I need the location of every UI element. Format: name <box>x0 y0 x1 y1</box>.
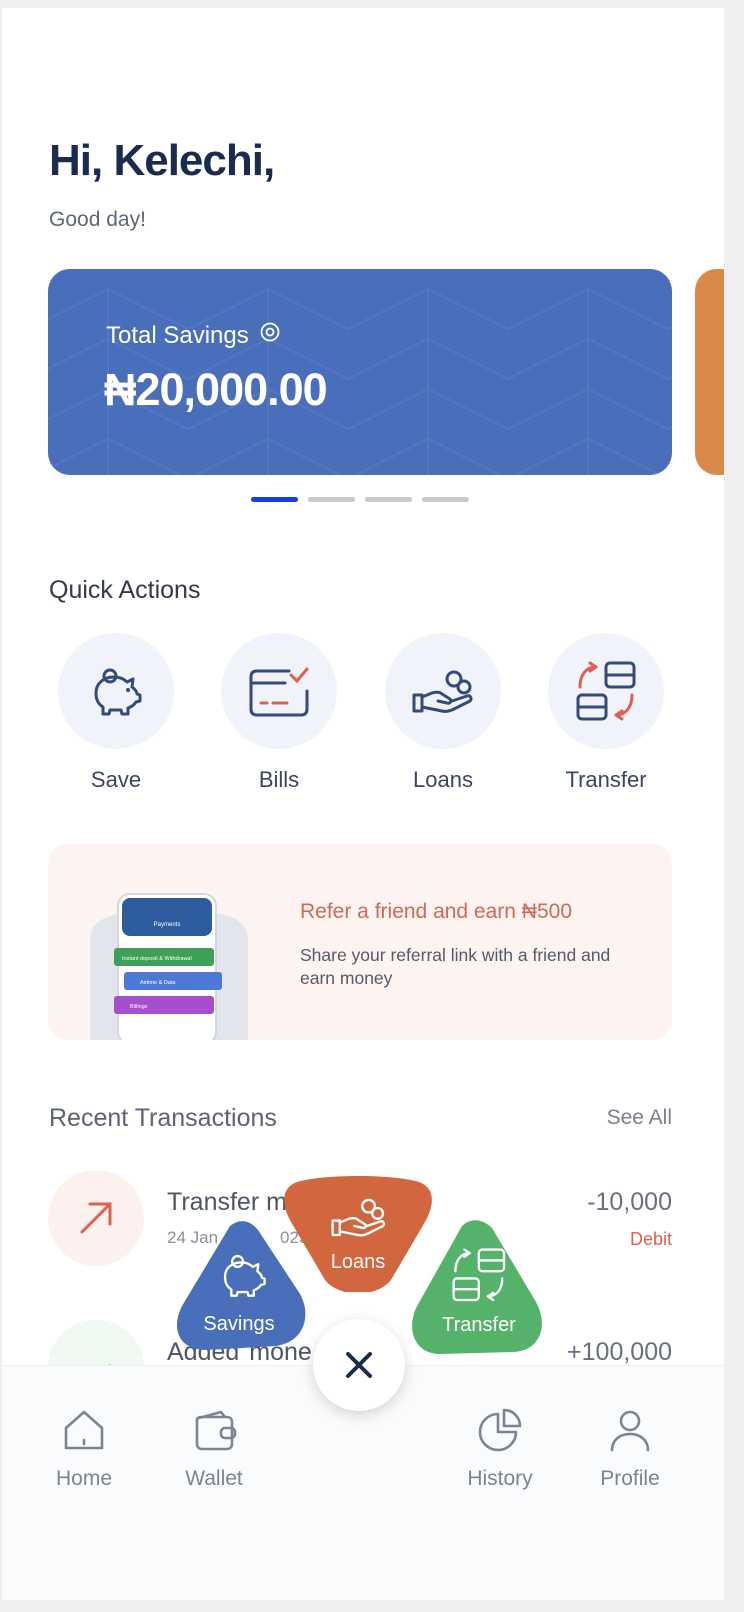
eye-icon[interactable] <box>259 321 281 350</box>
mockup-item-text: Billings <box>130 1004 148 1010</box>
home-icon <box>64 1410 104 1450</box>
referral-description: Share your referral link with a friend a… <box>300 945 611 988</box>
mockup-item-text: Airtime & Data <box>140 980 176 986</box>
user-icon <box>610 1410 650 1452</box>
see-all-link[interactable]: See All <box>597 1106 672 1130</box>
quick-action-label: Save <box>90 767 142 792</box>
next-card-peek[interactable] <box>695 269 724 475</box>
pie-chart-icon <box>478 1408 522 1452</box>
wallet-icon <box>195 1410 237 1451</box>
quick-action-bills[interactable]: Bills <box>221 633 337 793</box>
transaction-type: Debit <box>629 1229 672 1249</box>
pagination-dot[interactable] <box>308 497 355 502</box>
mockup-item-text: Instant deposit & Withdrawal <box>122 956 192 962</box>
quick-actions-title: Quick Actions <box>49 576 201 604</box>
quick-action-save[interactable]: Save <box>58 633 174 793</box>
fab-label: Savings <box>203 1313 275 1335</box>
nav-label: Wallet <box>185 1467 243 1490</box>
arrow-up-right-icon <box>48 1170 144 1266</box>
nav-wallet[interactable]: Wallet <box>164 1408 264 1491</box>
quick-action-label: Loans <box>413 767 473 792</box>
quick-action-loans[interactable]: Loans <box>385 633 501 793</box>
transaction-name: Transfer m <box>167 1188 287 1216</box>
transaction-amount: +100,000 <box>567 1338 672 1366</box>
nav-home[interactable]: Home <box>34 1408 134 1491</box>
phone-mockup-illustration: Payments Instant deposit & Withdrawal Ai… <box>90 893 248 1040</box>
quick-action-transfer[interactable]: Transfer <box>548 633 664 793</box>
close-icon <box>346 1352 372 1378</box>
referral-title: Refer a friend and earn ₦500 <box>300 900 573 923</box>
pagination-dot-active[interactable] <box>251 497 298 502</box>
nav-label: Profile <box>600 1467 660 1490</box>
recent-transactions-title: Recent Transactions <box>49 1104 277 1132</box>
hand-coins-icon <box>412 670 473 713</box>
total-savings-card[interactable]: Total Savings ₦20,000.00 <box>48 269 672 475</box>
greeting-subtitle: Good day! <box>49 208 146 231</box>
card-pagination <box>251 497 469 502</box>
bill-icon <box>249 667 309 717</box>
total-savings-amount: ₦20,000.00 <box>104 364 328 415</box>
fab-close-button[interactable] <box>313 1319 405 1411</box>
nav-profile[interactable]: Profile <box>580 1408 680 1491</box>
mockup-header-text: Payments <box>154 922 181 928</box>
referral-banner[interactable]: Payments Instant deposit & Withdrawal Ai… <box>48 844 672 1040</box>
nav-label: History <box>467 1467 533 1490</box>
piggy-bank-icon <box>94 668 142 716</box>
pagination-dot[interactable] <box>422 497 469 502</box>
nav-history[interactable]: History <box>450 1408 550 1491</box>
fab-label: Transfer <box>442 1314 516 1336</box>
quick-action-label: Bills <box>258 767 300 792</box>
transaction-amount: -10,000 <box>587 1188 672 1216</box>
greeting-title: Hi, Kelechi, <box>49 136 275 185</box>
app-screen: Hi, Kelechi, Good day! Total Savings ₦20… <box>2 8 724 1600</box>
quick-action-label: Transfer <box>565 767 647 792</box>
pagination-dot[interactable] <box>365 497 412 502</box>
transfer-icon <box>576 661 636 721</box>
fab-label: Loans <box>330 1251 386 1273</box>
fab-transfer-button[interactable]: Transfer <box>410 1218 546 1365</box>
total-savings-label: Total Savings <box>106 321 249 349</box>
nav-label: Home <box>55 1467 113 1490</box>
